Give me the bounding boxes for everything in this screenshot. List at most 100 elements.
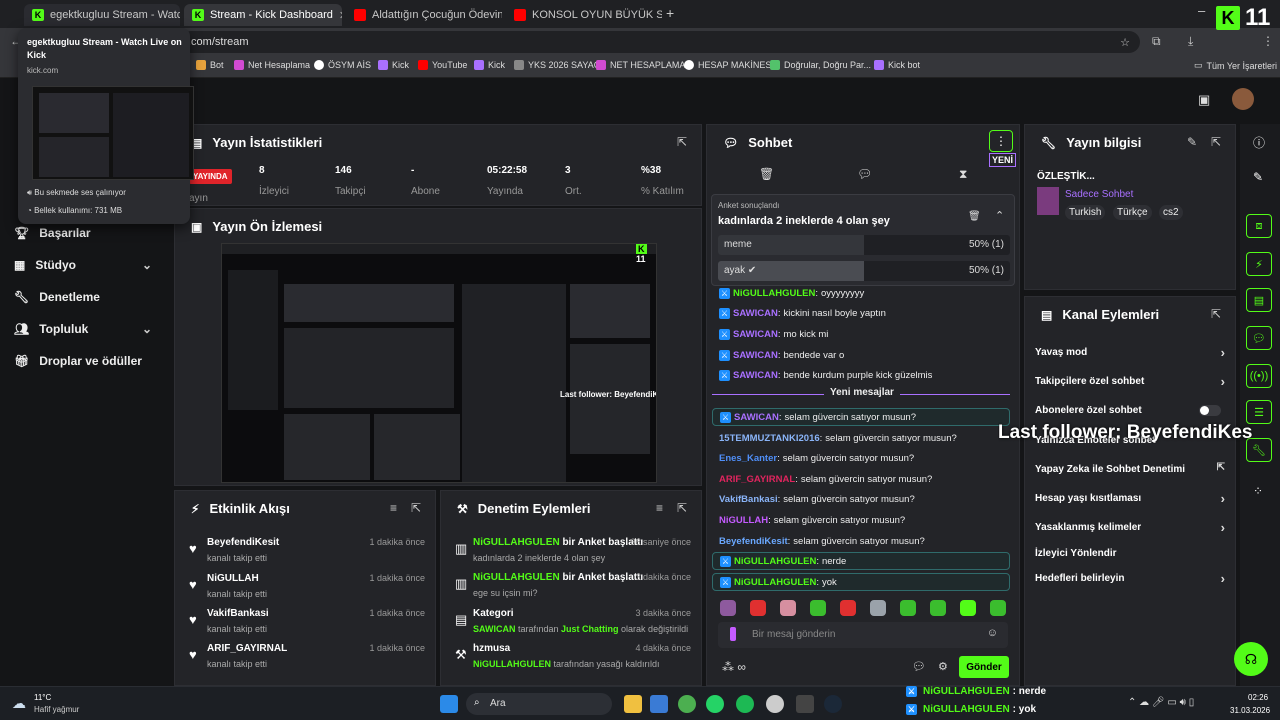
rail-doc-button[interactable]: ▤ xyxy=(1246,288,1272,312)
trash-icon[interactable]: 🗑︎ xyxy=(759,167,774,181)
chat-username[interactable]: NiGULLAH xyxy=(719,515,768,526)
bookmark[interactable]: NET HESAPLAMA xyxy=(596,60,685,70)
action-redirect-viewers[interactable]: İzleyici Yönlendir xyxy=(1035,548,1225,559)
action-ai-moderation[interactable]: Yapay Zeka ile Sohbet Denetimi ⇱ xyxy=(1035,462,1225,475)
chat-username[interactable]: SAWICAN xyxy=(733,308,778,319)
app-icon[interactable] xyxy=(766,695,784,713)
smile-icon[interactable]: ☺ xyxy=(987,627,998,639)
action-slow-mode[interactable]: Yavaş mod › xyxy=(1035,345,1225,360)
emote-icon[interactable] xyxy=(810,600,826,616)
emote-icon[interactable] xyxy=(930,600,946,616)
menu-icon[interactable]: ⋮ xyxy=(1262,34,1274,48)
steam-icon[interactable] xyxy=(824,695,842,713)
emote-icon[interactable] xyxy=(780,600,796,616)
emote-icon[interactable] xyxy=(720,600,736,616)
emote-icon[interactable] xyxy=(750,600,766,616)
chat-username[interactable]: ARIF_GAYIRNAL xyxy=(719,474,795,485)
nav-item-studio[interactable]: ▦ Stüdyo ⌄ xyxy=(14,258,152,272)
windows-start-icon[interactable] xyxy=(440,695,458,713)
send-button[interactable]: Gönder xyxy=(959,656,1009,678)
trash-icon[interactable]: 🗑︎ xyxy=(968,211,981,222)
star-icon[interactable]: ☆ xyxy=(1120,36,1130,49)
chat-bubble-icon[interactable]: 💬︎ xyxy=(857,167,872,181)
chat-input[interactable]: Bir mesaj gönderin ☺ xyxy=(718,622,1008,648)
bookmark[interactable]: Kick bot xyxy=(874,60,920,70)
emote-icon[interactable] xyxy=(990,600,1006,616)
chat-username[interactable]: Enes_Kanter xyxy=(719,453,777,464)
gear-icon[interactable]: ⚙ xyxy=(938,660,948,673)
rail-bolt-button[interactable]: ⚡︎ xyxy=(1246,252,1272,276)
rail-camera-button[interactable]: ⧈ xyxy=(1246,214,1272,238)
edit-icon[interactable]: ✎ xyxy=(1187,135,1197,149)
download-icon[interactable]: ⤓ xyxy=(1188,34,1193,49)
chat-username[interactable]: SAWICAN xyxy=(733,370,778,381)
chat-username[interactable]: 15TEMMUZTANKI2016 xyxy=(719,433,820,444)
avatar[interactable] xyxy=(1232,88,1254,110)
bookmark[interactable]: YouTube xyxy=(418,60,467,70)
emote-icon[interactable] xyxy=(960,600,976,616)
new-tab-icon[interactable]: + xyxy=(666,5,674,21)
action-account-age[interactable]: Hesap yaşı kısıtlaması › xyxy=(1035,491,1225,506)
action-subscribers-only[interactable]: Abonelere özel sohbet xyxy=(1035,405,1225,416)
store-icon[interactable] xyxy=(650,695,668,713)
chat-settings-icon[interactable]: 💬︎ xyxy=(912,660,926,673)
info-icon[interactable]: ⓘ xyxy=(1253,134,1265,151)
bookmark[interactable]: Bot xyxy=(196,60,224,70)
action-followers-only[interactable]: Takipçilere özel sohbet › xyxy=(1035,374,1225,389)
headset-fab[interactable]: ☊ xyxy=(1234,642,1268,676)
browser-tab[interactable]: K Stream - Kick Dashboard ✕ xyxy=(184,4,342,26)
chat-username[interactable]: VakifBankasi xyxy=(719,494,778,505)
points-icon[interactable]: ⁂ ∞ xyxy=(722,660,746,674)
nav-item-community[interactable]: 👥︎ Topluluk ⌄ xyxy=(14,322,152,336)
popout-icon[interactable]: ⇱ xyxy=(1211,307,1221,321)
whatsapp-icon[interactable] xyxy=(706,695,724,713)
chrome-icon[interactable] xyxy=(678,695,696,713)
hourglass-icon[interactable]: ⧗ xyxy=(959,167,967,182)
category-name[interactable]: Sadece Sohbet xyxy=(1065,189,1133,200)
bookmark[interactable]: HESAP MAKİNESİ xyxy=(684,60,774,70)
gamepad-icon[interactable]: ⁘ xyxy=(1253,484,1263,498)
bookmark[interactable]: ÖSYM AİS xyxy=(314,60,371,70)
action-set-goals[interactable]: Hedefleri belirleyin › xyxy=(1035,571,1225,586)
bookmark[interactable]: Kick xyxy=(378,60,409,70)
bookmark[interactable]: Net Hesaplama xyxy=(234,60,310,70)
all-bookmarks[interactable]: ▭ Tüm Yer İşaretleri xyxy=(1194,60,1277,71)
chat-username[interactable]: BeyefendiKesit xyxy=(719,536,788,547)
close-icon[interactable]: ✕ xyxy=(339,9,342,22)
nav-item-drops[interactable]: 🎁︎ Droplar ve ödüller xyxy=(14,354,142,368)
bookmark[interactable]: YKS 2026 SAYAÇ xyxy=(514,60,600,70)
action-banned-words[interactable]: Yasaklanmış kelimeler › xyxy=(1035,520,1225,535)
browser-tab[interactable]: KONSOL OYUN BÜYÜK SIÇTI. (I ✕ xyxy=(506,4,662,26)
rail-list-button[interactable]: ☰ xyxy=(1246,400,1272,424)
pencil-icon[interactable]: ✎ xyxy=(1253,170,1263,184)
stream-preview-video[interactable]: K 11 Last follower: BeyefendiKes xyxy=(221,243,657,483)
url-field[interactable]: .com/stream ☆ xyxy=(180,31,1140,53)
filter-icon[interactable]: ≡ xyxy=(656,501,663,515)
bookmark[interactable]: Kick xyxy=(474,60,505,70)
nav-item-moderation[interactable]: 🔧︎ Denetleme xyxy=(14,290,100,304)
emote-icon[interactable] xyxy=(840,600,856,616)
popout-icon[interactable]: ⇱ xyxy=(677,501,687,515)
extensions-icon[interactable]: ⧉ xyxy=(1152,34,1161,49)
minimize-icon[interactable]: – xyxy=(1198,3,1205,18)
filter-icon[interactable]: ≡ xyxy=(390,501,397,515)
nav-item-achievements[interactable]: 🏆︎ Başarılar xyxy=(14,226,91,240)
browser-tab[interactable]: Aldattığın Çocuğun Ödevini Ya ✕ xyxy=(346,4,502,26)
chat-username[interactable]: SAWICAN xyxy=(734,412,779,423)
emote-icon[interactable] xyxy=(870,600,886,616)
tray-icons[interactable]: ⌃ ☁︎ 🎤︎ ▭ 🔊︎ ▯ xyxy=(1128,697,1194,708)
emote-icon[interactable] xyxy=(900,600,916,616)
chat-menu-button[interactable]: ⋮ xyxy=(989,130,1013,152)
popout-icon[interactable]: ⇱ xyxy=(677,135,687,149)
app-icon[interactable] xyxy=(796,695,814,713)
toggle-switch[interactable] xyxy=(1199,405,1221,416)
bookmark[interactable]: Doğrular, Doğru Par... xyxy=(770,60,871,70)
taskbar-search[interactable]: ⌕ Ara xyxy=(466,693,612,715)
monitor-icon[interactable]: ▣ xyxy=(1198,92,1210,108)
popout-icon[interactable]: ⇱ xyxy=(1211,135,1221,149)
emote-picker-icon[interactable] xyxy=(730,627,736,641)
chat-username[interactable]: NiGULLAHGULEN xyxy=(733,288,815,299)
chat-username[interactable]: NiGULLAHGULEN xyxy=(734,556,816,567)
chat-username[interactable]: SAWICAN xyxy=(733,329,778,340)
browser-tab[interactable]: K egektkugluu Stream - Watc ✕ xyxy=(24,4,180,26)
